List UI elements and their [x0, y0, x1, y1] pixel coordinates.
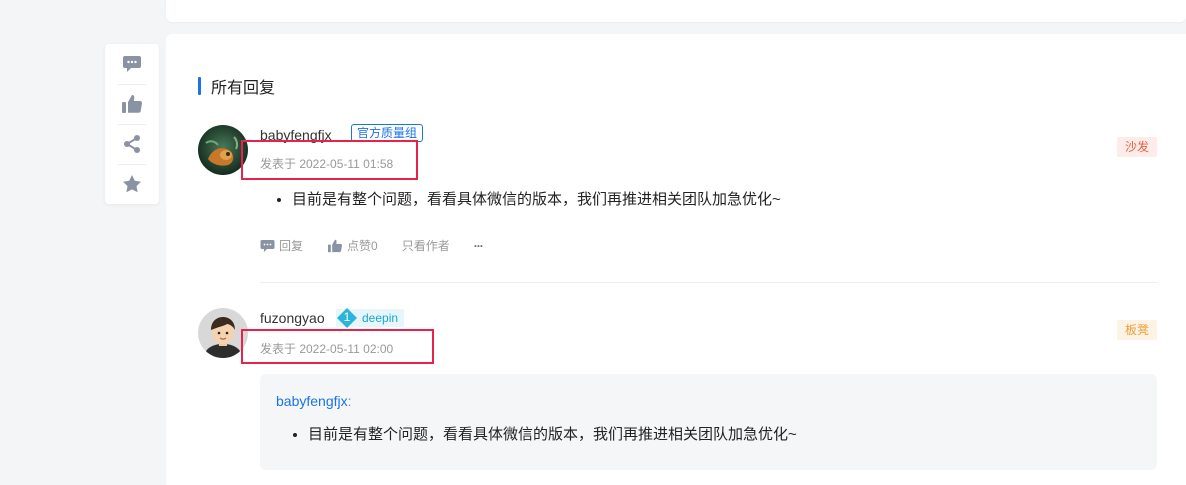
more-button[interactable]: ···: [473, 238, 484, 253]
level-badge: 1 deepin: [336, 308, 405, 328]
reply-content: 目前是有整个问题，看看具体微信的版本，我们再推进相关团队加急优化~: [260, 189, 781, 211]
thumbs-up-icon[interactable]: [118, 84, 146, 124]
level-name: deepin: [362, 311, 399, 325]
floor-tag: 板凳: [1117, 320, 1158, 340]
reply-actions: 回复 点赞0 只看作者 ···: [260, 237, 507, 254]
share-icon[interactable]: [118, 124, 146, 164]
list-item: 目前是有整个问题，看看具体微信的版本，我们再推进相关团队加急优化~: [292, 189, 781, 211]
divider: [260, 282, 1157, 283]
previous-post-card: [166, 0, 1186, 22]
section-title: 所有回复: [198, 77, 275, 97]
star-icon[interactable]: [118, 164, 146, 204]
more-icon: ···: [473, 238, 484, 253]
quote-author-link[interactable]: babyfengfjx:: [276, 393, 352, 409]
level-diamond-icon: 1: [336, 308, 358, 328]
author-only-button[interactable]: 只看作者: [402, 237, 450, 254]
floor-tag: 沙发: [1117, 137, 1158, 157]
like-button[interactable]: 点赞0: [327, 237, 378, 254]
highlight-box: [241, 329, 434, 364]
highlight-box: [241, 140, 418, 180]
quote-content: 目前是有整个问题，看看具体微信的版本，我们再推进相关团队加急优化~: [276, 424, 797, 446]
replies-card: 所有回复 babyfengfjx 官方质量组 发表于 2022-05-11 01…: [166, 34, 1186, 485]
title-accent-bar: [198, 77, 201, 95]
username[interactable]: fuzongyao: [260, 310, 325, 326]
quoted-reply: babyfengfjx: 目前是有整个问题，看看具体微信的版本，我们再推进相关团…: [260, 374, 1157, 470]
side-toolbar: [105, 44, 159, 204]
comment-icon: [260, 240, 275, 252]
comment-icon[interactable]: [118, 44, 146, 84]
thumbs-up-icon: [328, 239, 343, 252]
list-item: 目前是有整个问题，看看具体微信的版本，我们再推进相关团队加急优化~: [308, 424, 797, 446]
reply-button[interactable]: 回复: [260, 237, 303, 254]
